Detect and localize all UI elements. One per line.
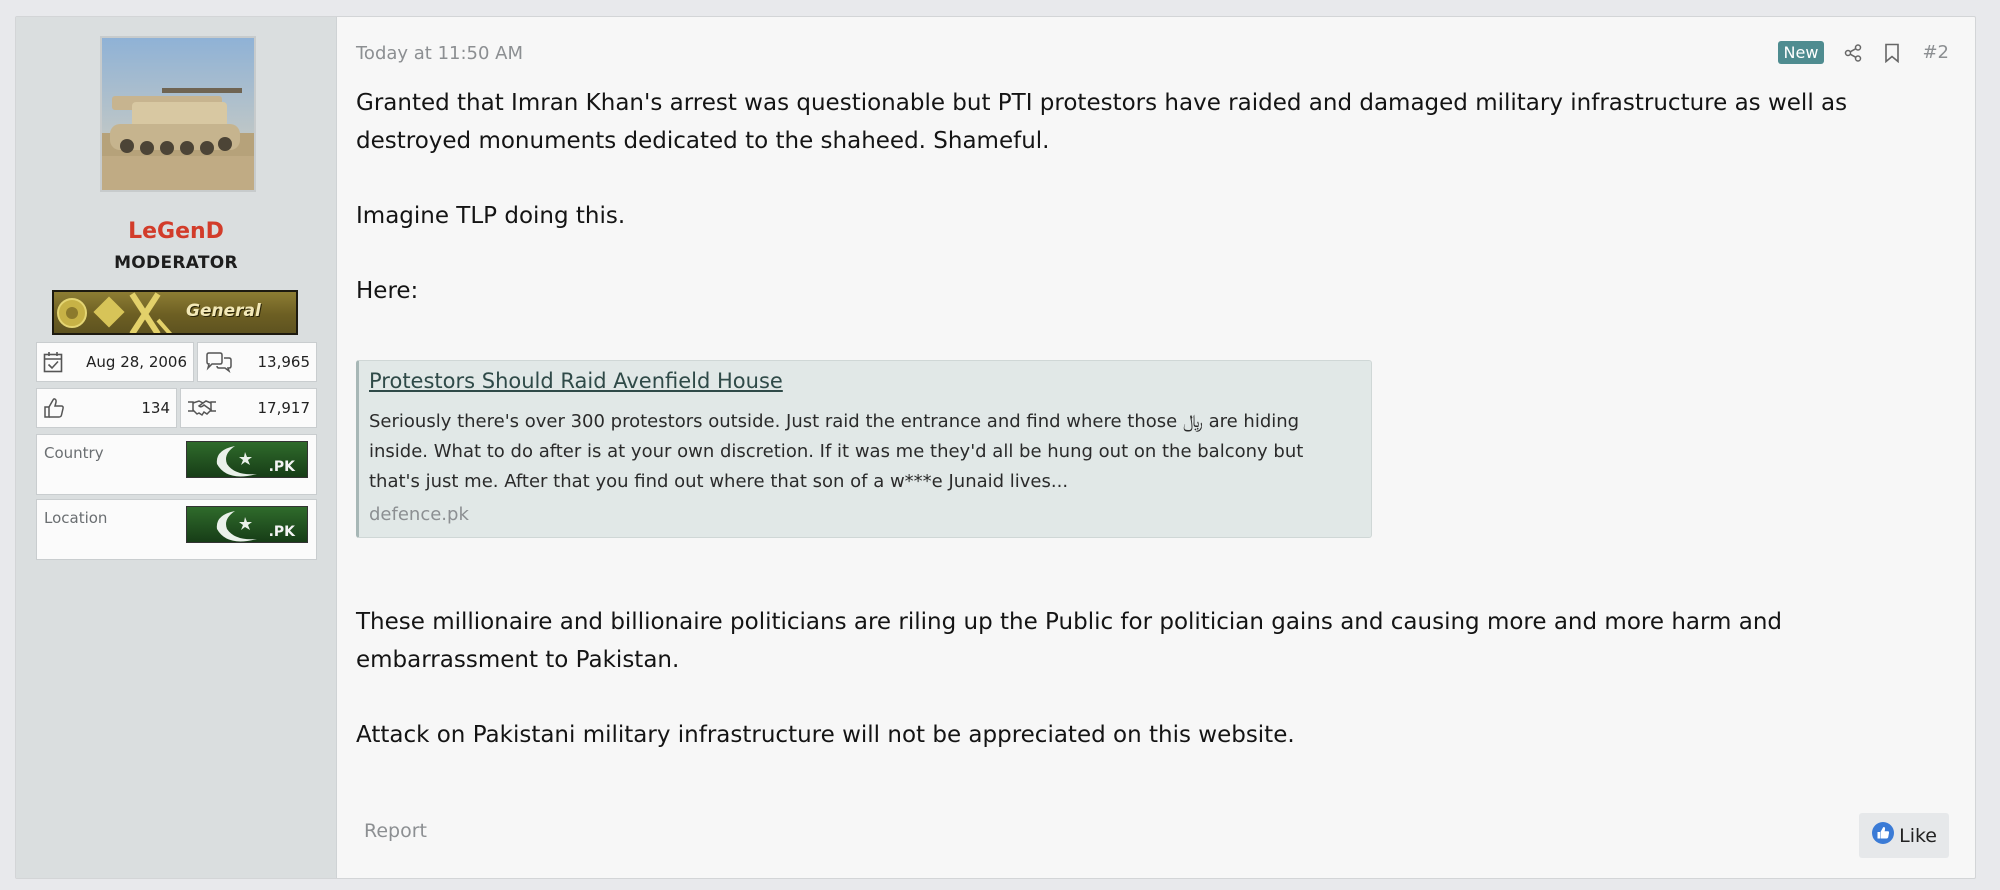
post-paragraph: Granted that Imran Khan's arrest was que… — [356, 90, 1848, 154]
bookmark-icon[interactable] — [1884, 43, 1900, 63]
post-body: Granted that Imran Khan's arrest was que… — [356, 85, 1935, 310]
link-preview-title[interactable]: Protestors Should Raid Avenfield House — [369, 369, 783, 393]
link-preview-description: Seriously there's over 300 protestors ou… — [369, 411, 1304, 492]
like-icon — [1871, 821, 1899, 850]
post-paragraph: These millionaire and billionaire politi… — [356, 609, 1783, 673]
post-paragraph: Imagine TLP doing this. — [356, 202, 626, 229]
post-paragraph: Attack on Pakistani military infrastruct… — [356, 721, 1295, 748]
forum-post: LeGenD MODERATOR General Aug 28, 2006 13… — [15, 16, 1976, 879]
link-preview[interactable]: Protestors Should Raid Avenfield House S… — [356, 360, 1372, 538]
post-number[interactable]: #2 — [1922, 42, 1949, 63]
new-badge: New — [1777, 41, 1825, 64]
post-main: Today at 11:50 AM New #2 Granted that Im… — [16, 17, 1975, 878]
post-actions: New #2 — [1777, 41, 1949, 64]
share-icon[interactable] — [1844, 43, 1862, 62]
post-body-continued: These millionaire and billionaire politi… — [356, 604, 1935, 754]
post-paragraph: Here: — [356, 277, 419, 304]
report-link[interactable]: Report — [364, 820, 427, 842]
like-button[interactable]: Like — [1859, 813, 1949, 858]
like-label: Like — [1899, 824, 1937, 847]
link-preview-domain: defence.pk — [369, 504, 469, 525]
post-timestamp[interactable]: Today at 11:50 AM — [356, 43, 523, 64]
